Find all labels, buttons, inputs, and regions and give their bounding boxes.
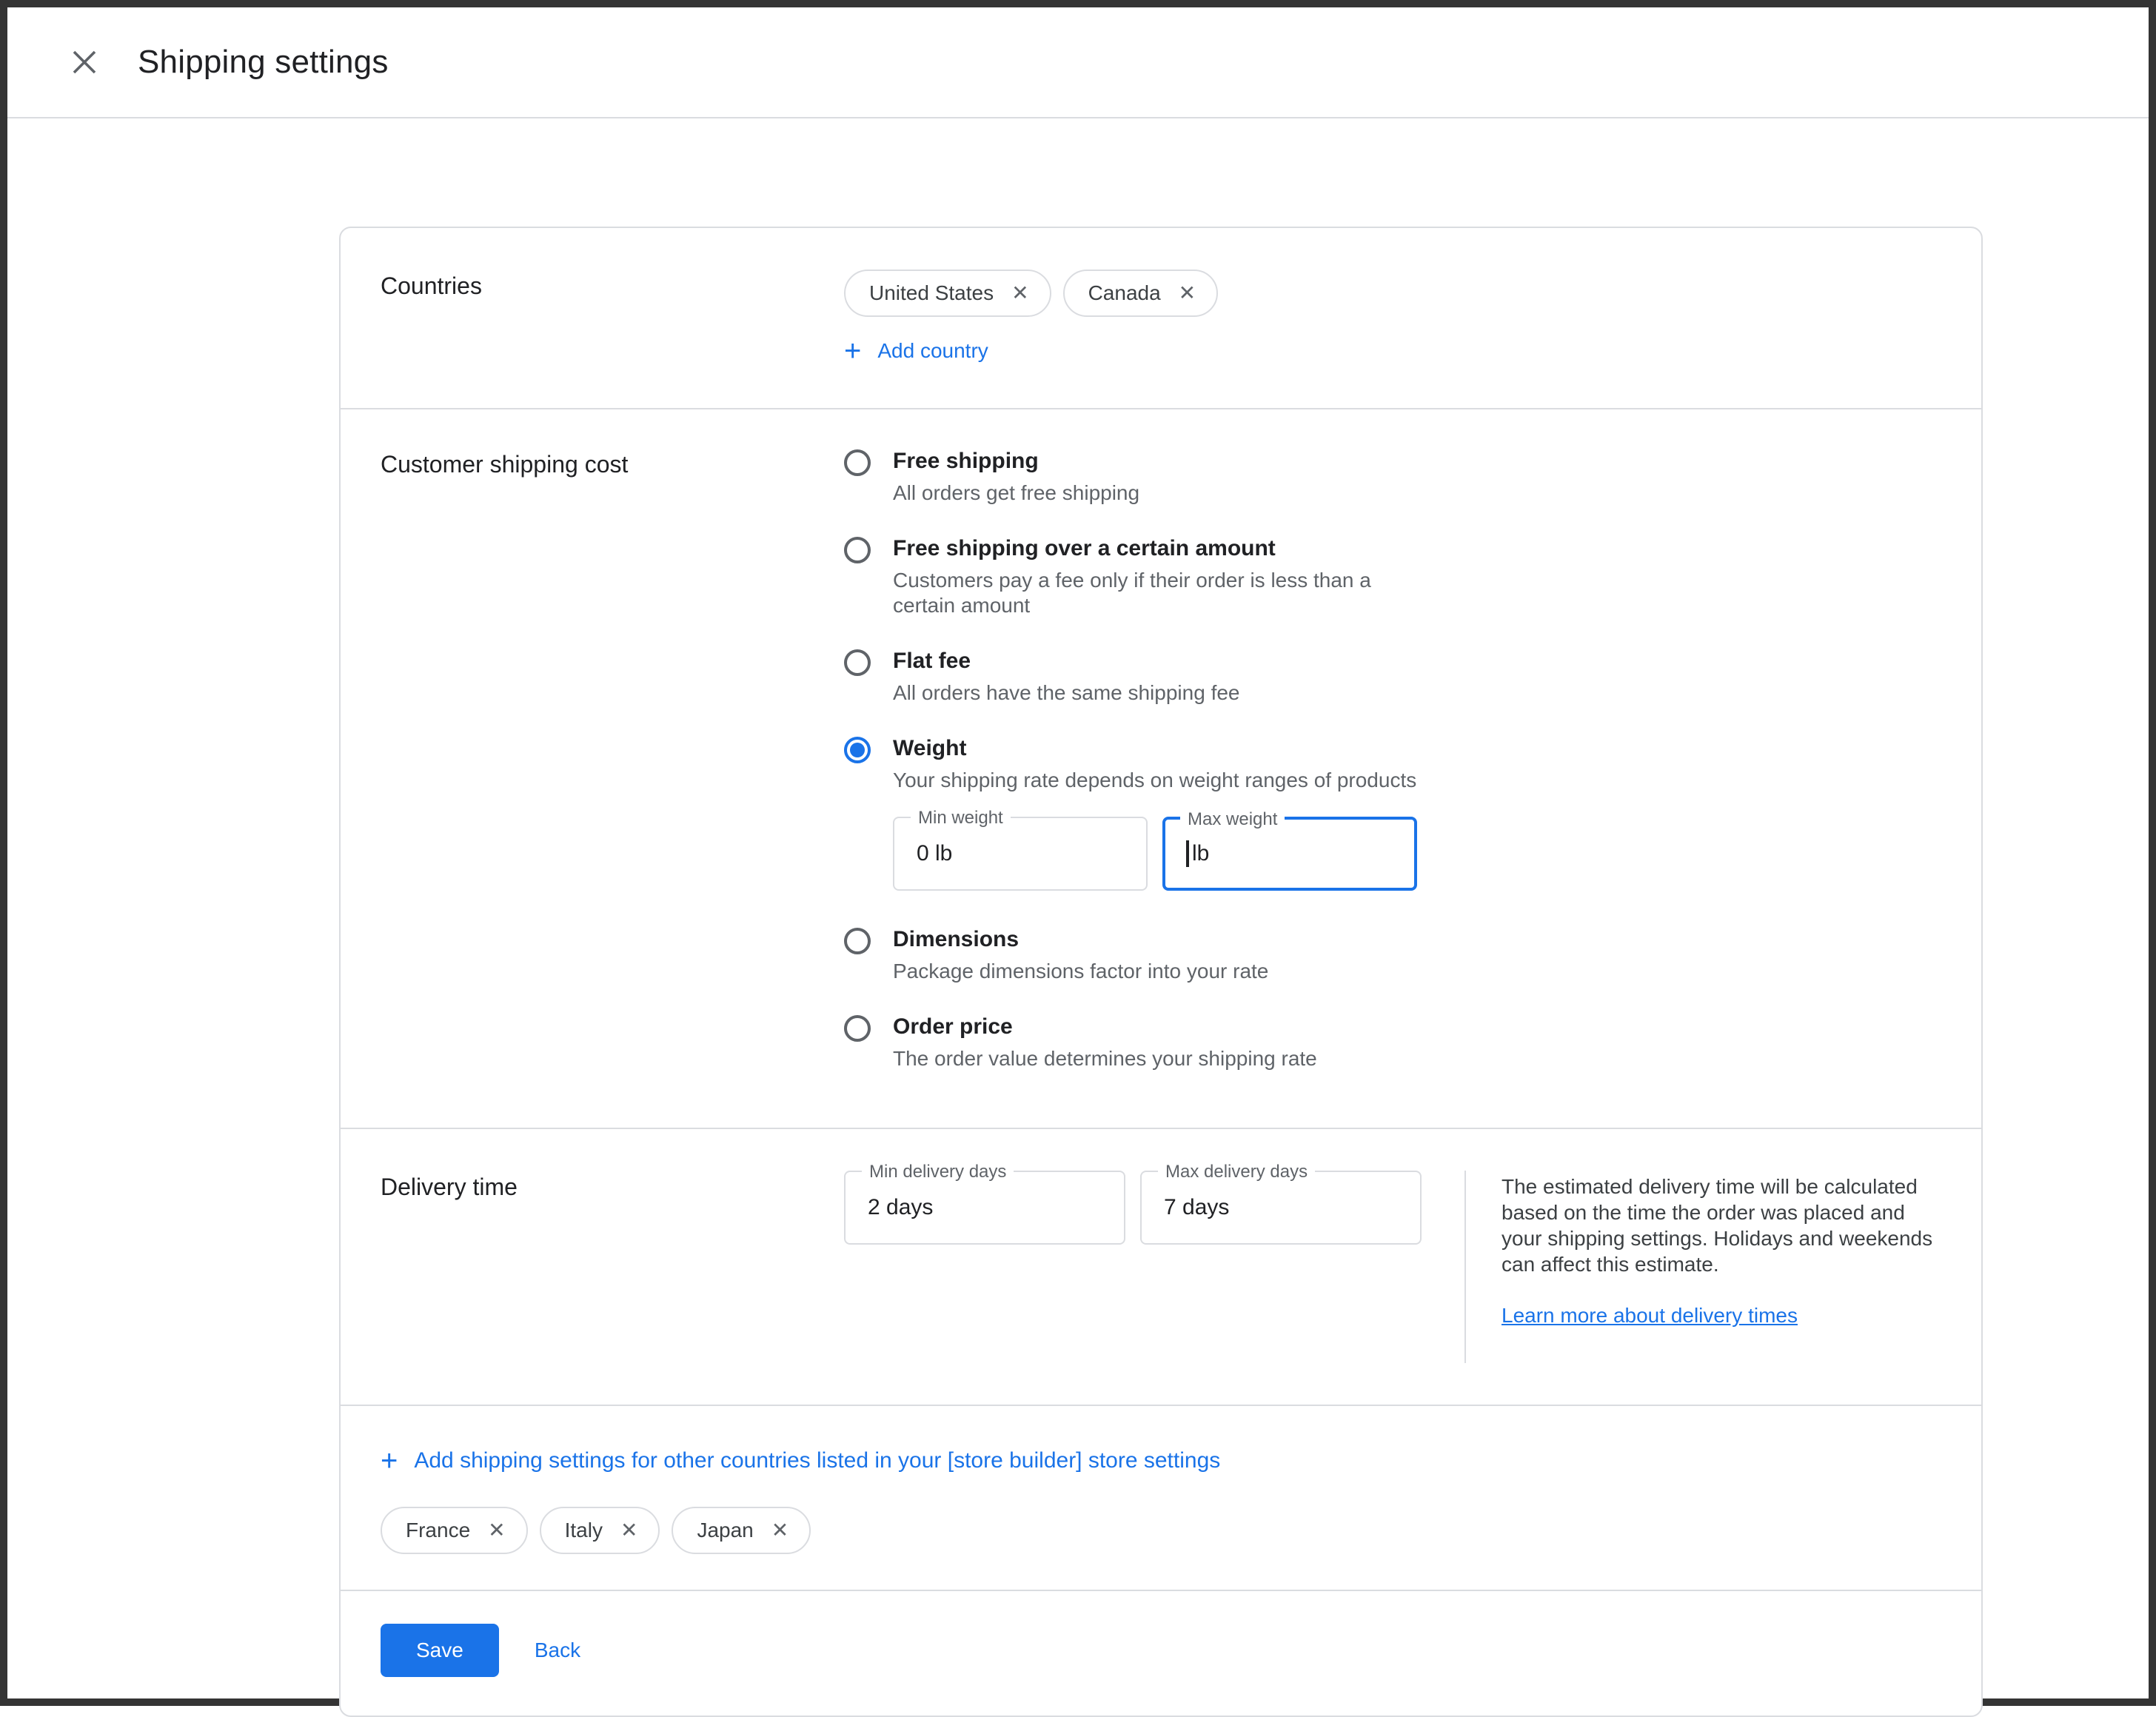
min-weight-field-label: Min weight: [911, 806, 1011, 830]
text-caret: [1186, 840, 1189, 867]
footer: Save Back: [341, 1591, 1981, 1716]
country-chips: United States ✕ Canada ✕: [844, 270, 1218, 317]
max-weight-field-label: Max weight: [1180, 808, 1285, 831]
learn-more-link[interactable]: Learn more about delivery times: [1502, 1302, 1798, 1328]
chip-label: Japan: [697, 1519, 753, 1542]
option-dimensions[interactable]: Dimensions Package dimensions factor int…: [844, 926, 1419, 984]
shipping-cost-label: Customer shipping cost: [381, 448, 844, 1101]
shipping-settings-dialog: Shipping settings Countries United State…: [0, 0, 2156, 1706]
delivery-help-text: The estimated delivery time will be calc…: [1502, 1175, 1932, 1276]
other-countries-section: + Add shipping settings for other countr…: [341, 1406, 1981, 1591]
remove-chip-icon[interactable]: ✕: [1179, 283, 1196, 304]
remove-chip-icon[interactable]: ✕: [771, 1520, 789, 1541]
shipping-cost-options: Free shipping All orders get free shippi…: [844, 448, 1419, 1101]
delivery-help: The estimated delivery time will be calc…: [1502, 1171, 1938, 1363]
add-country-button[interactable]: + Add country: [844, 338, 988, 364]
radio-icon[interactable]: [844, 928, 871, 954]
plus-icon: +: [844, 338, 861, 364]
min-delivery-days-label: Min delivery days: [862, 1160, 1014, 1184]
max-delivery-days-field[interactable]: Max delivery days 7 days: [1140, 1171, 1422, 1245]
option-text: Weight Your shipping rate depends on wei…: [893, 735, 1417, 897]
back-button[interactable]: Back: [535, 1639, 580, 1662]
header: Shipping settings: [7, 7, 2149, 118]
country-chip-canada: Canada ✕: [1063, 270, 1219, 317]
other-country-chips: France ✕ Italy ✕ Japan ✕: [381, 1507, 1941, 1554]
add-other-countries-label: Add shipping settings for other countrie…: [414, 1448, 1220, 1473]
delivery-time-label: Delivery time: [381, 1171, 844, 1363]
shipping-cost-section: Customer shipping cost Free shipping All…: [341, 409, 1981, 1129]
option-free-shipping[interactable]: Free shipping All orders get free shippi…: [844, 448, 1419, 506]
remove-chip-icon[interactable]: ✕: [488, 1520, 505, 1541]
max-delivery-days-label: Max delivery days: [1158, 1160, 1315, 1184]
option-label: Weight: [893, 735, 1417, 762]
option-description: All orders have the same shipping fee: [893, 680, 1240, 706]
delivery-fields: Min delivery days 2 days Max delivery da…: [844, 1171, 1422, 1363]
max-weight-field-value: lb: [1192, 841, 1209, 866]
chip-label: Italy: [565, 1519, 603, 1542]
option-description: All orders get free shipping: [893, 481, 1139, 506]
remove-chip-icon[interactable]: ✕: [1011, 283, 1028, 304]
plus-icon: +: [381, 1447, 398, 1474]
min-delivery-days-field[interactable]: Min delivery days 2 days: [844, 1171, 1125, 1245]
option-text: Free shipping All orders get free shippi…: [893, 448, 1139, 506]
countries-content: United States ✕ Canada ✕ + Add country: [844, 270, 1218, 367]
page-title: Shipping settings: [138, 44, 389, 81]
option-label: Flat fee: [893, 648, 1240, 675]
country-chip-italy: Italy ✕: [540, 1507, 660, 1554]
max-weight-field[interactable]: Max weight lb: [1162, 817, 1417, 891]
option-flat-fee[interactable]: Flat fee All orders have the same shippi…: [844, 648, 1419, 706]
remove-chip-icon[interactable]: ✕: [620, 1520, 637, 1541]
vertical-divider: [1464, 1171, 1466, 1363]
settings-card: Countries United States ✕ Canada ✕ + Add…: [339, 227, 1983, 1717]
countries-label: Countries: [381, 270, 844, 367]
country-chip-japan: Japan ✕: [672, 1507, 811, 1554]
option-text: Dimensions Package dimensions factor int…: [893, 926, 1268, 984]
radio-icon[interactable]: [844, 449, 871, 476]
add-country-label: Add country: [877, 339, 988, 363]
radio-icon[interactable]: [844, 537, 871, 563]
option-label: Order price: [893, 1014, 1317, 1040]
chip-label: France: [406, 1519, 470, 1542]
option-text: Order price The order value determines y…: [893, 1014, 1317, 1071]
countries-section: Countries United States ✕ Canada ✕ + Add…: [341, 228, 1981, 409]
option-free-over-amount[interactable]: Free shipping over a certain amount Cust…: [844, 535, 1419, 618]
option-weight[interactable]: Weight Your shipping rate depends on wei…: [844, 735, 1419, 897]
option-description: Your shipping rate depends on weight ran…: [893, 768, 1417, 793]
radio-icon-selected[interactable]: [844, 737, 871, 763]
option-order-price[interactable]: Order price The order value determines y…: [844, 1014, 1419, 1071]
option-label: Dimensions: [893, 926, 1268, 953]
chip-label: United States: [869, 281, 994, 305]
option-text: Flat fee All orders have the same shippi…: [893, 648, 1240, 706]
delivery-time-section: Delivery time Min delivery days 2 days M…: [341, 1129, 1981, 1406]
close-button[interactable]: [67, 44, 102, 80]
country-chip-france: France ✕: [381, 1507, 528, 1554]
radio-icon[interactable]: [844, 649, 871, 676]
min-weight-field-value: 0 lb: [917, 841, 952, 866]
option-text: Free shipping over a certain amount Cust…: [893, 535, 1419, 618]
weight-fields: Min weight 0 lb Max weight lb: [893, 817, 1417, 891]
max-delivery-days-value: 7 days: [1164, 1195, 1229, 1220]
country-chip-united-states: United States ✕: [844, 270, 1051, 317]
min-delivery-days-value: 2 days: [868, 1195, 933, 1220]
save-button[interactable]: Save: [381, 1624, 499, 1677]
close-icon: [73, 50, 96, 74]
option-description: Package dimensions factor into your rate: [893, 959, 1268, 984]
chip-label: Canada: [1088, 281, 1161, 305]
option-label: Free shipping: [893, 448, 1139, 475]
radio-icon[interactable]: [844, 1015, 871, 1042]
add-other-countries-button[interactable]: + Add shipping settings for other countr…: [381, 1447, 1941, 1474]
min-weight-field[interactable]: Min weight 0 lb: [893, 817, 1148, 891]
option-label: Free shipping over a certain amount: [893, 535, 1419, 562]
option-description: Customers pay a fee only if their order …: [893, 568, 1419, 618]
delivery-time-content: Min delivery days 2 days Max delivery da…: [844, 1171, 1938, 1363]
option-description: The order value determines your shipping…: [893, 1046, 1317, 1071]
